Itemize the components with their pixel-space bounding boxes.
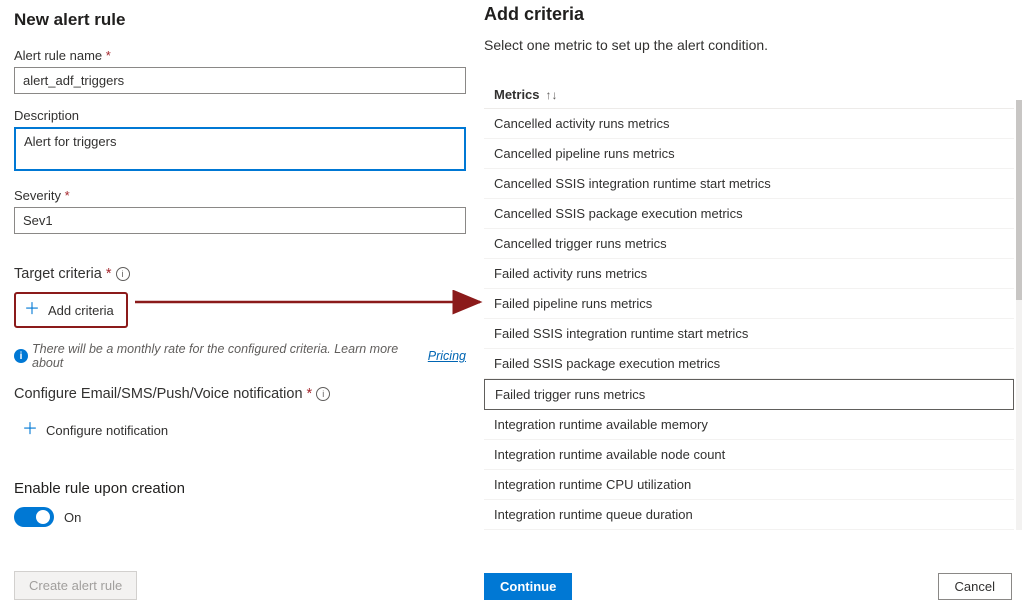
metric-item[interactable]: Cancelled SSIS package execution metrics xyxy=(484,199,1014,229)
target-criteria-label: Target criteria * i xyxy=(14,266,466,282)
metric-item[interactable]: Cancelled activity runs metrics xyxy=(484,109,1014,139)
metric-item[interactable]: Integration runtime available node count xyxy=(484,440,1014,470)
description-input[interactable] xyxy=(14,127,466,171)
alert-name-input[interactable] xyxy=(14,67,466,94)
scrollbar[interactable] xyxy=(1016,100,1022,530)
continue-button[interactable]: Continue xyxy=(484,573,572,600)
metric-item[interactable]: Cancelled pipeline runs metrics xyxy=(484,139,1014,169)
metric-item[interactable]: Integration runtime queue duration xyxy=(484,500,1014,530)
metrics-column-header[interactable]: Metrics ↑↓ xyxy=(484,83,1014,108)
new-alert-rule-panel: New alert rule Alert rule name * Descrip… xyxy=(0,0,480,610)
toggle-state-label: On xyxy=(64,510,81,525)
add-criteria-panel: Add criteria Select one metric to set up… xyxy=(480,0,1024,610)
metric-item[interactable]: Integration runtime CPU utilization xyxy=(484,470,1014,500)
pricing-link[interactable]: Pricing xyxy=(428,349,466,363)
metric-item[interactable]: Failed SSIS package execution metrics xyxy=(484,349,1014,379)
severity-select[interactable] xyxy=(14,207,466,234)
configure-notification-button[interactable]: ＋ Configure notification xyxy=(14,414,180,446)
alert-name-label: Alert rule name * xyxy=(14,48,466,63)
sort-icon: ↑↓ xyxy=(546,88,558,102)
info-icon: i xyxy=(14,349,28,363)
metrics-list: Cancelled activity runs metricsCancelled… xyxy=(484,108,1014,530)
add-criteria-title: Add criteria xyxy=(484,4,1014,25)
metric-item[interactable]: Failed trigger runs metrics xyxy=(484,379,1014,410)
add-criteria-button[interactable]: ＋ Add criteria xyxy=(14,292,128,328)
enable-rule-toggle[interactable] xyxy=(14,507,54,527)
cancel-button[interactable]: Cancel xyxy=(938,573,1012,600)
page-title: New alert rule xyxy=(14,10,466,30)
metric-item[interactable]: Cancelled SSIS integration runtime start… xyxy=(484,169,1014,199)
metric-item[interactable]: Failed pipeline runs metrics xyxy=(484,289,1014,319)
metric-item[interactable]: Failed SSIS integration runtime start me… xyxy=(484,319,1014,349)
severity-label: Severity * xyxy=(14,188,466,203)
configure-notification-label: Configure Email/SMS/Push/Voice notificat… xyxy=(14,386,466,402)
pricing-info-text: i There will be a monthly rate for the c… xyxy=(14,342,466,370)
metric-item[interactable]: Failed activity runs metrics xyxy=(484,259,1014,289)
metric-item[interactable]: Integration runtime available memory xyxy=(484,410,1014,440)
add-criteria-subtitle: Select one metric to set up the alert co… xyxy=(484,37,1014,53)
plus-icon: ＋ xyxy=(22,422,38,438)
metric-item[interactable]: Cancelled trigger runs metrics xyxy=(484,229,1014,259)
enable-rule-label: Enable rule upon creation xyxy=(14,480,466,497)
create-alert-rule-button[interactable]: Create alert rule xyxy=(14,571,137,600)
info-icon: i xyxy=(116,267,130,281)
description-label: Description xyxy=(14,108,466,123)
plus-icon: ＋ xyxy=(24,302,40,318)
info-icon: i xyxy=(316,387,330,401)
